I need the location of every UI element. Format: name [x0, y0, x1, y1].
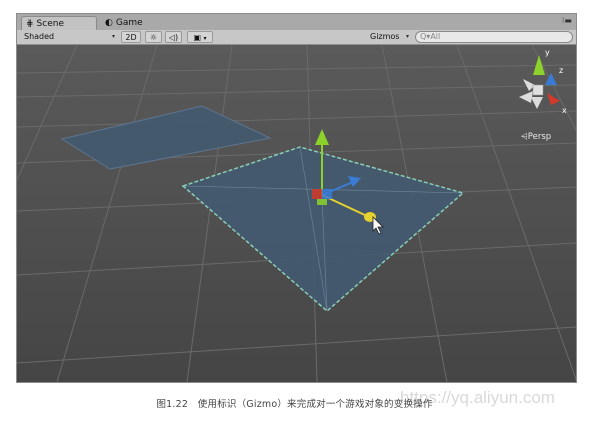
scene-icon: ⋕ [26, 18, 34, 29]
shading-mode-dropdown[interactable]: Shaded ▾ [21, 31, 117, 43]
tab-scene-label: Scene [36, 18, 64, 29]
chevron-down-icon: ▾ [111, 33, 115, 40]
yz-plane-handle[interactable] [322, 189, 332, 199]
search-input[interactable]: Q▾All [415, 31, 573, 43]
axis-y-label: y [545, 48, 550, 57]
gizmos-label: Gizmos [370, 32, 400, 41]
search-placeholder: Q▾All [420, 32, 441, 41]
scene-canvas[interactable]: y z x ⩤Persp [17, 45, 576, 382]
tab-bar: ⋕ Scene ◐ Game ⁝▬ [17, 14, 576, 31]
window-menu-icon[interactable]: ⁝▬ [562, 16, 572, 25]
sun-icon: ☼ [149, 33, 158, 42]
xz-plane-handle[interactable] [317, 199, 327, 205]
tab-game[interactable]: ◐ Game [101, 16, 161, 30]
speaker-icon: ◁) [168, 33, 179, 42]
shading-mode-label: Shaded [24, 32, 55, 41]
projection-label[interactable]: ⩤Persp [521, 131, 551, 142]
axis-z-label: z [559, 66, 563, 75]
orientation-center-cube[interactable] [532, 84, 544, 96]
2d-toggle-button[interactable]: 2D [121, 31, 141, 43]
audio-toggle-button[interactable]: ◁) [165, 31, 182, 43]
effects-dropdown[interactable]: ▣ ▾ [187, 31, 213, 43]
figure-caption: 图1.22 使用标识（Gizmo）来完成对一个游戏对象的变换操作 [156, 399, 433, 410]
xy-plane-handle[interactable] [312, 189, 322, 199]
scene-window: ⋕ Scene ◐ Game ⁝▬ Shaded ▾ 2D ☼ ◁) ▣ ▾ G… [16, 13, 577, 383]
scene-toolbar: Shaded ▾ 2D ☼ ◁) ▣ ▾ Gizmos ▾ Q▾All [17, 30, 576, 45]
tab-scene[interactable]: ⋕ Scene [21, 16, 97, 30]
axis-x-label: x [562, 106, 567, 115]
chevron-down-icon: ▾ [203, 35, 207, 42]
scene-viewport[interactable]: y z x ⩤Persp [17, 45, 576, 382]
chevron-down-icon: ▾ [405, 33, 409, 40]
image-icon: ▣ [193, 33, 201, 42]
gizmos-dropdown[interactable]: Gizmos ▾ [367, 31, 411, 43]
tab-game-label: Game [115, 18, 143, 28]
2d-toggle-label: 2D [125, 33, 137, 42]
lighting-toggle-button[interactable]: ☼ [145, 31, 162, 43]
game-icon: ◐ [105, 18, 113, 28]
